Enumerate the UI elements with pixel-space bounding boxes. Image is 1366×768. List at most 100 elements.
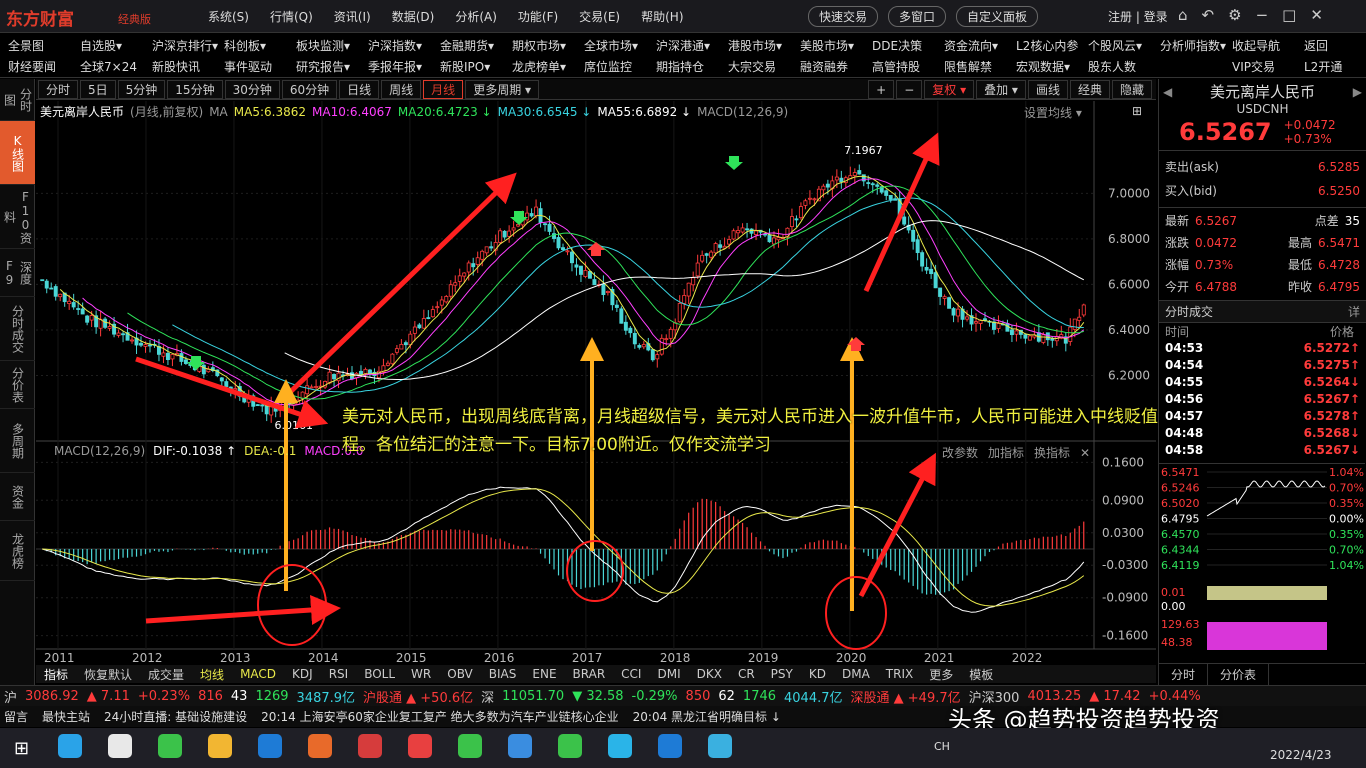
taskbar-app-icon[interactable] [458,734,482,758]
multi-window-button[interactable]: 多窗口 [888,6,947,27]
indicator-tab[interactable]: 成交量 [148,666,184,683]
period-tab[interactable]: 日线 [339,79,380,99]
fastest-server-button[interactable]: 最快主站 [42,708,90,725]
back-icon[interactable]: ↶ [1202,6,1215,24]
quick-nav-item[interactable]: 分析师指数▾ [1160,37,1232,54]
quick-nav-item[interactable]: L2核心内参 [1016,37,1088,54]
ma-settings[interactable]: 设置均线 ▾ [1024,104,1082,121]
indicator-tab[interactable]: OBV [447,667,473,681]
quick-nav-item[interactable]: 事件驱动 [224,58,296,75]
indicator-tab[interactable]: 更多 [929,666,953,683]
taskbar-app-icon[interactable] [708,734,732,758]
overlay-dropdown[interactable]: 叠加 ▾ [976,80,1026,99]
period-tab[interactable]: 60分钟 [281,79,338,99]
period-tab[interactable]: 更多周期 ▾ [465,79,540,99]
hide-button[interactable]: 隐藏 [1111,80,1152,99]
taskbar-app-icon[interactable] [108,734,132,758]
zoom-in-button[interactable]: + [868,80,895,99]
sidebar-item[interactable]: 分时成交 [0,297,35,361]
sidebar-item[interactable]: K线图 [0,121,35,185]
news-item-1[interactable]: 20:14 上海安亭60家企业复工复产 绝大多数为汽车产业链核心企业 [261,708,618,725]
indicator-tab[interactable]: RSI [329,667,349,681]
indicator-tab[interactable]: DMA [842,667,870,681]
quick-nav-item[interactable]: 金融期货▾ [440,37,512,54]
settings-icon[interactable]: ⚙ [1228,6,1241,24]
windows-start-icon[interactable]: ⊞ [14,738,29,759]
menu-quotes[interactable]: 行情(Q) [270,8,313,25]
window-chevron-icon[interactable]: ⊞ [1132,104,1142,118]
indicator-tab[interactable]: WR [411,667,431,681]
tab-price-table[interactable]: 分价表 [1208,664,1270,685]
menu-data[interactable]: 数据(D) [392,8,435,25]
kline-chart[interactable]: 7.1967 6.0161 7.0000 6.8000 6.6000 6.4000 6.2… [36,101,1156,665]
period-tab[interactable]: 15分钟 [167,79,223,99]
ticks-more-button[interactable]: 详 [1348,303,1360,320]
draw-line-button[interactable]: 画线 [1027,80,1068,99]
quick-nav-item[interactable]: 科创板▾ [224,37,296,54]
quick-nav-item[interactable]: DDE决策 [872,37,944,54]
menu-news[interactable]: 资讯(I) [334,8,371,25]
quick-nav-item[interactable]: 收起导航 [1232,37,1304,54]
quick-nav-item[interactable]: 研究报告▾ [296,58,368,75]
period-tab[interactable]: 月线 [423,79,464,99]
indicator-tab[interactable]: 模板 [969,666,993,683]
taskbar-app-icon[interactable] [558,734,582,758]
quick-nav-item[interactable]: L2开通 [1304,58,1366,75]
maximize-icon[interactable]: □ [1282,6,1296,24]
quick-nav-item[interactable]: 财经要闻 [8,58,80,75]
quick-nav-item[interactable]: 美股市场▾ [800,37,872,54]
taskbar-app-icon[interactable] [408,734,432,758]
prev-instrument-icon[interactable]: ◀ [1163,85,1172,99]
quick-nav-item[interactable]: 沪深指数▾ [368,37,440,54]
quick-nav-item[interactable]: 沪深京排行▾ [152,37,224,54]
news-item-2[interactable]: 20:04 黑龙江省明确目标 ↓ [633,708,781,725]
period-tab[interactable]: 5日 [80,79,116,99]
custom-panel-button[interactable]: 自定义面板 [956,6,1039,27]
indicator-tab[interactable]: KD [809,667,826,681]
sidebar-item[interactable]: 深度F9 [0,249,35,297]
quick-trade-button[interactable]: 快速交易 [808,6,879,27]
clock-date[interactable]: 2022/4/23 [1270,748,1332,762]
taskbar-app-icon[interactable] [58,734,82,758]
quick-nav-item[interactable]: 个股风云▾ [1088,37,1160,54]
taskbar-app-icon[interactable] [158,734,182,758]
quick-nav-item[interactable]: 新股IPO▾ [440,58,512,75]
quick-nav-item[interactable]: 股东人数 [1088,58,1160,75]
taskbar-app-icon[interactable] [358,734,382,758]
quick-nav-item[interactable]: 沪深港通▾ [656,37,728,54]
ime-indicator[interactable]: CH [934,740,950,753]
minimize-icon[interactable]: − [1256,6,1269,24]
period-tab[interactable]: 30分钟 [224,79,280,99]
adjust-dropdown[interactable]: 复权 ▾ [924,80,975,99]
message-button[interactable]: 留言 [4,708,28,725]
indicator-tab[interactable]: 指标 [44,666,68,683]
quick-nav-item[interactable]: 资金流向▾ [944,37,1016,54]
indicator-tab[interactable]: MACD [240,667,276,681]
menu-system[interactable]: 系统(S) [208,8,249,25]
classic-button[interactable]: 经典 [1069,80,1110,99]
indicator-tab[interactable]: ENE [532,667,556,681]
quick-nav-item[interactable]: 新股快讯 [152,58,224,75]
sidebar-item[interactable]: 分时图 [0,79,35,121]
quick-nav-item[interactable]: 期权市场▾ [512,37,584,54]
zoom-out-button[interactable]: − [896,80,923,99]
live-news[interactable]: 24小时直播: 基础设施建设 [104,708,247,725]
quick-nav-item[interactable]: 返回 [1304,37,1366,54]
indicator-tab[interactable]: 均线 [200,666,224,683]
menu-analysis[interactable]: 分析(A) [455,8,497,25]
sidebar-item[interactable]: 龙虎榜 [0,521,35,581]
sidebar-item[interactable]: 资金 [0,473,35,521]
quick-nav-item[interactable]: 席位监控 [584,58,656,75]
quick-nav-item[interactable]: 龙虎榜单▾ [512,58,584,75]
quick-nav-item[interactable]: 期指持仓 [656,58,728,75]
indicator-tab[interactable]: DKX [697,667,722,681]
home-icon[interactable]: ⌂ [1178,6,1188,24]
indicator-tab[interactable]: BOLL [364,667,395,681]
period-tab[interactable]: 周线 [381,79,422,99]
indicator-tab[interactable]: DMI [657,667,680,681]
period-tab[interactable]: 分时 [38,79,79,99]
quick-nav-item[interactable]: 限售解禁 [944,58,1016,75]
indicator-tab[interactable]: CR [738,667,755,681]
quick-nav-item[interactable] [1160,58,1232,75]
indicator-tab[interactable]: KDJ [292,667,313,681]
